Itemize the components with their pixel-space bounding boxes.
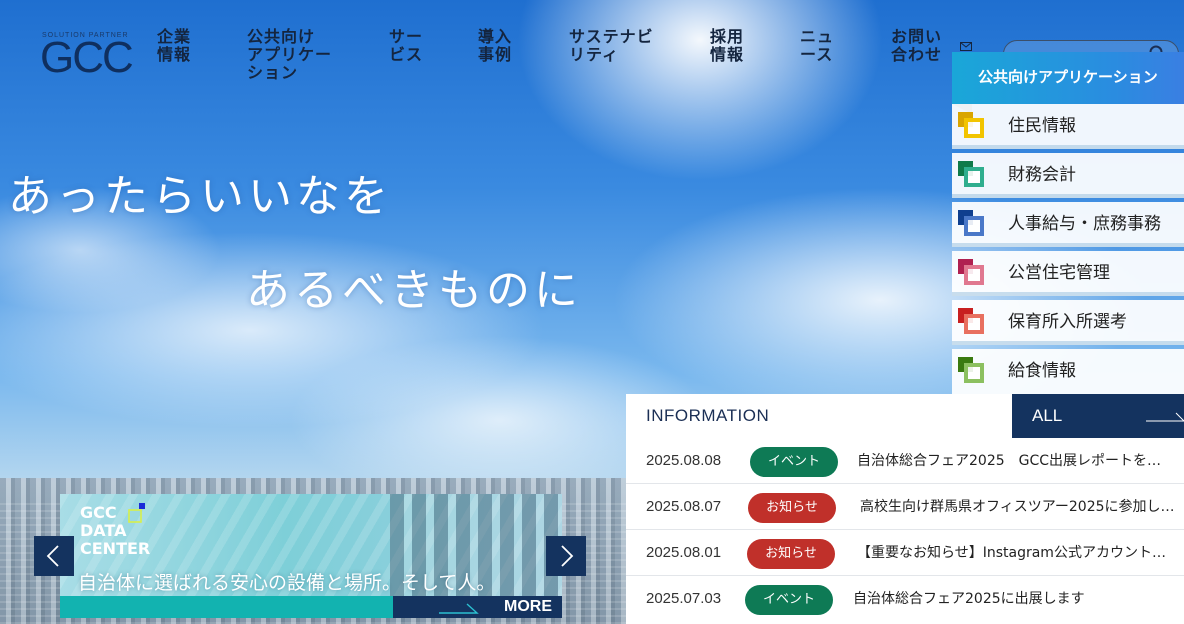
side-item-public-housing[interactable]: 公営住宅管理 <box>952 251 1184 296</box>
news-title: 自治体総合フェア2025 GCC出展レポートを公開しました <box>857 453 1175 469</box>
nav-public-applications[interactable]: 公共向け アプリケー ション <box>247 28 332 82</box>
mail-icon[interactable] <box>960 42 972 51</box>
category-badge: お知らせ <box>748 493 836 523</box>
news-title: 高校生向け群馬県オフィスツアー2025に参加しました <box>860 499 1178 515</box>
side-item-label: 人事給与・庶務事務 <box>1008 214 1161 234</box>
information-header: INFORMATION <box>626 394 1012 438</box>
chevron-left-icon <box>46 545 59 567</box>
side-item-hr-payroll[interactable]: 人事給与・庶務事務 <box>952 202 1184 247</box>
square-icon <box>958 357 984 383</box>
square-icon <box>958 161 984 187</box>
news-date: 2025.08.08 <box>646 452 722 469</box>
nav-sustainability[interactable]: サステナビ リティ <box>569 28 654 64</box>
chevron-right-icon <box>561 545 574 567</box>
side-item-label: 給食情報 <box>1008 361 1076 381</box>
square-icon <box>958 210 984 236</box>
news-date: 2025.08.01 <box>646 544 722 561</box>
side-item-nursery-selection[interactable]: 保育所入所選考 <box>952 300 1184 345</box>
information-list: 2025.08.08 イベント 自治体総合フェア2025 GCC出展レポートを公… <box>626 438 1184 624</box>
nav-news[interactable]: ニュ ース <box>800 28 834 64</box>
side-item-school-lunch[interactable]: 給食情報 <box>952 349 1184 394</box>
news-title: 自治体総合フェア2025に出展します <box>853 591 1085 607</box>
news-date: 2025.07.03 <box>646 590 722 607</box>
more-label: MORE <box>504 598 552 615</box>
news-date: 2025.08.07 <box>646 498 722 515</box>
side-item-label: 保育所入所選考 <box>1008 312 1127 332</box>
square-icon <box>958 308 984 334</box>
slider-next-button[interactable] <box>546 536 586 576</box>
news-row[interactable]: 2025.08.07 お知らせ 高校生向け群馬県オフィスツアー2025に参加しま… <box>626 484 1184 530</box>
slider-prev-button[interactable] <box>34 536 74 576</box>
side-item-label: 財務会計 <box>1008 165 1076 185</box>
nav-contact[interactable]: お問い 合わせ <box>891 28 942 64</box>
arrow-right-icon <box>439 603 479 614</box>
category-badge: イベント <box>750 447 838 477</box>
information-all-button[interactable]: ALL <box>1012 394 1184 438</box>
side-item-label: 住民情報 <box>1008 116 1076 136</box>
gcc-logo[interactable]: SOLUTION PARTNER GCC <box>40 32 140 82</box>
square-icon <box>958 112 984 138</box>
information-title: INFORMATION <box>646 406 770 425</box>
hero-copy-line1: あったらいいなを <box>8 171 392 222</box>
banner-accent-bar <box>60 596 393 618</box>
nav-case-studies[interactable]: 導入 事例 <box>478 28 512 64</box>
data-center-banner[interactable]: GCC DATA CENTER 自治体に選ばれる安心の設備と場所。そして人。 M… <box>60 494 562 618</box>
category-badge: お知らせ <box>747 539 835 569</box>
all-label: ALL <box>1032 406 1063 425</box>
banner-more-button[interactable]: MORE <box>393 596 562 618</box>
hero-copy-line2: あるべきものに <box>246 265 582 316</box>
news-title: 【重要なお知らせ】Instagram公式アカウント復旧のお知らせ <box>857 545 1178 561</box>
news-row[interactable]: 2025.08.01 お知らせ 【重要なお知らせ】Instagram公式アカウン… <box>626 530 1184 576</box>
public-apps-panel-title[interactable]: 公共向けアプリケーション <box>952 52 1184 104</box>
logo-mark-icon <box>128 503 145 523</box>
news-row[interactable]: 2025.08.08 イベント 自治体総合フェア2025 GCC出展レポートを公… <box>626 438 1184 484</box>
nav-services[interactable]: サー ビス <box>389 28 423 64</box>
category-badge: イベント <box>745 585 833 615</box>
side-item-financial-accounting[interactable]: 財務会計 <box>952 153 1184 198</box>
banner-caption: 自治体に選ばれる安心の設備と場所。そして人。 <box>78 572 496 594</box>
side-item-label: 公営住宅管理 <box>1008 263 1110 283</box>
news-row[interactable]: 2025.07.03 イベント 自治体総合フェア2025に出展します <box>626 576 1184 622</box>
nav-recruit[interactable]: 採用 情報 <box>710 28 744 64</box>
nav-company-info[interactable]: 企業 情報 <box>157 28 191 64</box>
side-item-resident-info[interactable]: 住民情報 <box>952 104 1184 149</box>
arrow-right-icon <box>1146 412 1184 422</box>
logo-wordmark: GCC <box>40 33 134 82</box>
square-icon <box>958 259 984 285</box>
